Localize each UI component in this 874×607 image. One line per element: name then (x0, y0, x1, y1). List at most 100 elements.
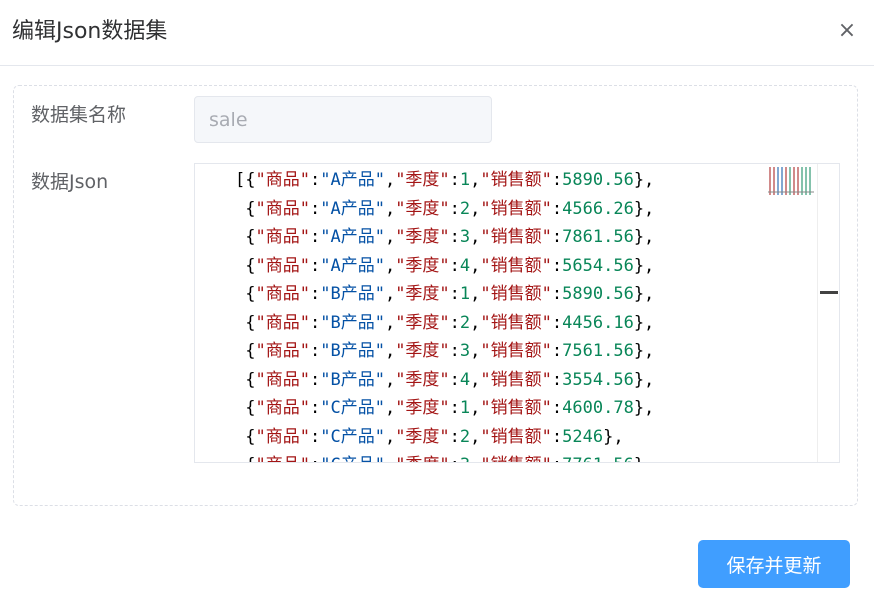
json-string-value: "B产品" (320, 341, 385, 361)
json-number-value: 1 (459, 398, 471, 418)
close-icon[interactable]: × (834, 18, 860, 44)
json-key: "季度" (395, 198, 450, 219)
json-key: "销售额" (480, 341, 552, 361)
code-line: {"商品":"C产品","季度":2,"销售额":5246}, (235, 423, 654, 452)
json-punctuation: }, (633, 312, 655, 333)
code-line: [{"商品":"A产品","季度":1,"销售额":5890.56}, (235, 166, 654, 195)
json-punctuation: }, (634, 455, 654, 462)
json-punctuation: { (235, 369, 256, 390)
json-punctuation: : (551, 398, 563, 418)
json-punctuation: : (309, 255, 321, 276)
json-key: "季度" (395, 455, 449, 462)
json-punctuation: : (551, 312, 563, 333)
json-key: "商品" (255, 284, 310, 304)
json-punctuation: : (309, 198, 321, 219)
data-json-label: 数据Json (31, 171, 109, 193)
json-key: "季度" (395, 284, 450, 304)
json-punctuation: : (551, 170, 563, 190)
json-punctuation: : (449, 255, 460, 276)
json-punctuation: , (470, 426, 481, 447)
json-number-value: 1 (459, 284, 471, 304)
dataset-name-label: 数据集名称 (31, 104, 127, 126)
json-punctuation: , (384, 170, 396, 190)
json-punctuation: : (552, 455, 562, 462)
json-punctuation: : (309, 227, 321, 247)
json-number-value: 1 (459, 170, 471, 190)
json-punctuation: : (449, 369, 460, 390)
json-punctuation: , (470, 312, 481, 333)
json-key: "商品" (255, 170, 310, 190)
code-lines: [{"商品":"A产品","季度":1,"销售额":5890.56}, {"商品… (235, 166, 655, 462)
json-key: "销售额" (480, 170, 552, 190)
json-string-value: "B产品" (320, 369, 385, 390)
json-key: "商品" (255, 398, 310, 418)
json-punctuation: : (309, 426, 321, 447)
json-string-value: "C产品" (320, 426, 385, 447)
json-punctuation: { (235, 455, 255, 462)
json-key: "季度" (395, 312, 450, 333)
json-number-value: 4456.16 (562, 312, 634, 333)
json-punctuation: , (470, 455, 480, 462)
save-and-update-button[interactable]: 保存并更新 (698, 540, 850, 588)
json-number-value: 5890.56 (562, 284, 634, 304)
json-punctuation: { (235, 426, 256, 447)
json-punctuation: : (449, 284, 460, 304)
json-punctuation: , (470, 198, 481, 219)
json-key: "商品" (255, 198, 310, 219)
json-key: "季度" (395, 227, 450, 247)
json-punctuation: : (310, 455, 320, 462)
code-line: {"商品":"A产品","季度":2,"销售额":4566.26}, (235, 195, 654, 224)
json-key: "商品" (255, 312, 310, 333)
json-punctuation: : (551, 255, 563, 276)
json-punctuation: { (235, 284, 256, 304)
json-punctuation: : (309, 284, 321, 304)
json-punctuation: }, (633, 369, 655, 390)
json-number-value: 7761.56 (562, 455, 634, 462)
json-string-value: "B产品" (320, 312, 385, 333)
json-punctuation: , (384, 284, 396, 304)
json-punctuation: : (551, 198, 563, 219)
editor-scrollbar[interactable] (817, 164, 839, 462)
json-key: "季度" (395, 369, 450, 390)
json-key: "销售额" (480, 255, 552, 276)
json-punctuation: { (235, 398, 256, 418)
json-key: "销售额" (480, 398, 552, 418)
json-key: "销售额" (480, 312, 552, 333)
dataset-name-input[interactable] (194, 96, 492, 143)
json-punctuation: { (235, 227, 256, 247)
json-punctuation: { (235, 341, 256, 361)
json-punctuation: : (449, 170, 460, 190)
code-line: {"商品":"C产品","季度":3,"销售额":7761.56}, (235, 451, 654, 462)
json-punctuation: , (470, 341, 481, 361)
json-code-editor[interactable]: [{"商品":"A产品","季度":1,"销售额":5890.56}, {"商品… (194, 163, 840, 463)
json-number-value: 2 (459, 312, 471, 333)
json-key: "销售额" (480, 369, 552, 390)
json-number-value: 5246 (562, 426, 604, 447)
json-string-value: "B产品" (320, 284, 385, 304)
dialog-header: 编辑Json数据集 × (0, 0, 874, 66)
code-line: {"商品":"A产品","季度":3,"销售额":7861.56}, (235, 223, 654, 252)
json-punctuation: , (470, 284, 481, 304)
json-key: "商品" (255, 255, 310, 276)
json-punctuation: , (470, 170, 481, 190)
json-punctuation: : (449, 312, 460, 333)
json-punctuation: , (384, 255, 396, 276)
json-punctuation: : (449, 341, 460, 361)
code-line: {"商品":"B产品","季度":4,"销售额":3554.56}, (235, 366, 654, 395)
json-punctuation: : (309, 369, 321, 390)
json-punctuation: : (309, 341, 321, 361)
code-line: {"商品":"B产品","季度":3,"销售额":7561.56}, (235, 337, 654, 366)
json-punctuation: }, (633, 341, 655, 361)
json-punctuation: : (551, 227, 563, 247)
json-number-value: 3554.56 (562, 369, 634, 390)
json-punctuation: }, (633, 170, 655, 190)
json-punctuation: : (449, 198, 460, 219)
minimap[interactable] (768, 166, 814, 196)
json-number-value: 4566.26 (562, 198, 634, 219)
json-number-value: 2 (459, 198, 471, 219)
json-punctuation: }, (633, 198, 655, 219)
json-punctuation: , (470, 255, 481, 276)
json-key: "销售额" (480, 426, 552, 447)
json-string-value: "A产品" (320, 198, 385, 219)
json-number-value: 2 (459, 426, 471, 447)
